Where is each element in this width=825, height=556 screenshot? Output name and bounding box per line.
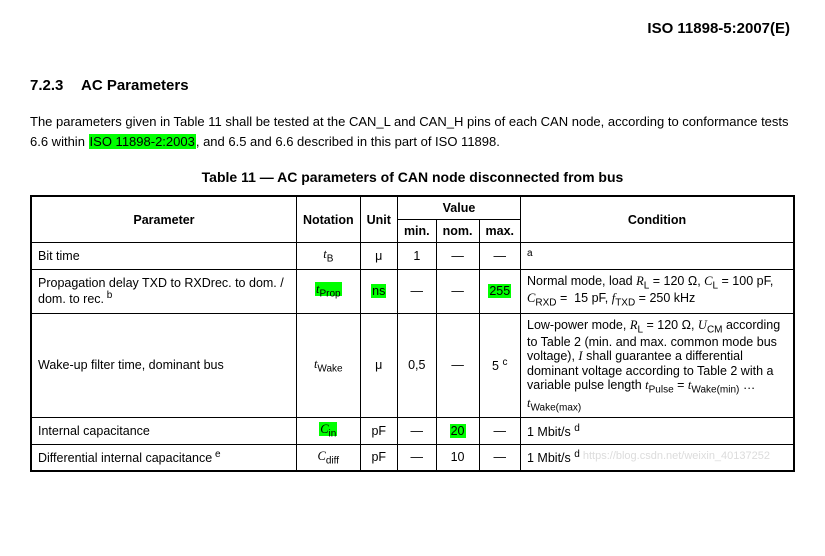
table-body: Bit timetBμ1——aPropagation delay TXD to … — [31, 243, 794, 472]
col-parameter: Parameter — [31, 196, 296, 243]
cell-condition: 1 Mbit/s d — [521, 444, 795, 471]
col-value: Value — [397, 196, 520, 220]
cell-condition: 1 Mbit/s d — [521, 418, 795, 445]
table-row: Bit timetBμ1——a — [31, 243, 794, 270]
cell-unit: μ — [360, 313, 397, 418]
cell-parameter: Bit time — [31, 243, 296, 270]
document-id: ISO 11898-5:2007(E) — [30, 20, 795, 37]
cell-notation: Cin — [296, 418, 360, 445]
cell-unit: ns — [360, 269, 397, 313]
cell-unit: pF — [360, 444, 397, 471]
table-caption: Table 11 — AC parameters of CAN node dis… — [30, 169, 795, 185]
section-number: 7.2.3 — [30, 77, 63, 94]
cell-unit: pF — [360, 418, 397, 445]
cell-parameter: Differential internal capacitance e — [31, 444, 296, 471]
cell-max: 255 — [479, 269, 521, 313]
cell-max: — — [479, 418, 521, 445]
cell-condition: a — [521, 243, 795, 270]
cell-max: — — [479, 243, 521, 270]
ac-parameters-table: Parameter Notation Unit Value Condition … — [30, 195, 795, 472]
col-nom: nom. — [436, 220, 479, 243]
cell-nom: 10 — [436, 444, 479, 471]
cell-condition: Low-power mode, RL = 120 Ω, UCM accordin… — [521, 313, 795, 418]
section-heading: 7.2.3 AC Parameters — [30, 77, 795, 94]
table-row: Differential internal capacitance eCdiff… — [31, 444, 794, 471]
cell-nom: — — [436, 243, 479, 270]
col-max: max. — [479, 220, 521, 243]
cell-nom: — — [436, 269, 479, 313]
col-min: min. — [397, 220, 436, 243]
cell-condition: Normal mode, load RL = 120 Ω, CL = 100 p… — [521, 269, 795, 313]
cell-parameter: Propagation delay TXD to RXDrec. to dom.… — [31, 269, 296, 313]
col-unit: Unit — [360, 196, 397, 243]
cell-min: 1 — [397, 243, 436, 270]
cell-parameter: Internal capacitance — [31, 418, 296, 445]
cell-notation: tWake — [296, 313, 360, 418]
cell-nom: — — [436, 313, 479, 418]
table-row: Wake-up filter time, dominant bustWakeμ0… — [31, 313, 794, 418]
cell-min: — — [397, 444, 436, 471]
cell-notation: tProp — [296, 269, 360, 313]
cell-notation: tB — [296, 243, 360, 270]
col-notation: Notation — [296, 196, 360, 243]
cell-notation: Cdiff — [296, 444, 360, 471]
section-title: AC Parameters — [81, 77, 189, 94]
cell-parameter: Wake-up filter time, dominant bus — [31, 313, 296, 418]
cell-min: 0,5 — [397, 313, 436, 418]
highlighted-reference: ISO 11898-2:2003 — [89, 134, 196, 149]
table-row: Internal capacitanceCinpF—20—1 Mbit/s d — [31, 418, 794, 445]
body-text-post: , and 6.5 and 6.6 described in this part… — [196, 134, 500, 149]
table-row: Propagation delay TXD to RXDrec. to dom.… — [31, 269, 794, 313]
cell-min: — — [397, 269, 436, 313]
cell-min: — — [397, 418, 436, 445]
body-paragraph: The parameters given in Table 11 shall b… — [30, 112, 795, 151]
col-condition: Condition — [521, 196, 795, 243]
cell-unit: μ — [360, 243, 397, 270]
cell-max: 5 c — [479, 313, 521, 418]
cell-nom: 20 — [436, 418, 479, 445]
cell-max: — — [479, 444, 521, 471]
